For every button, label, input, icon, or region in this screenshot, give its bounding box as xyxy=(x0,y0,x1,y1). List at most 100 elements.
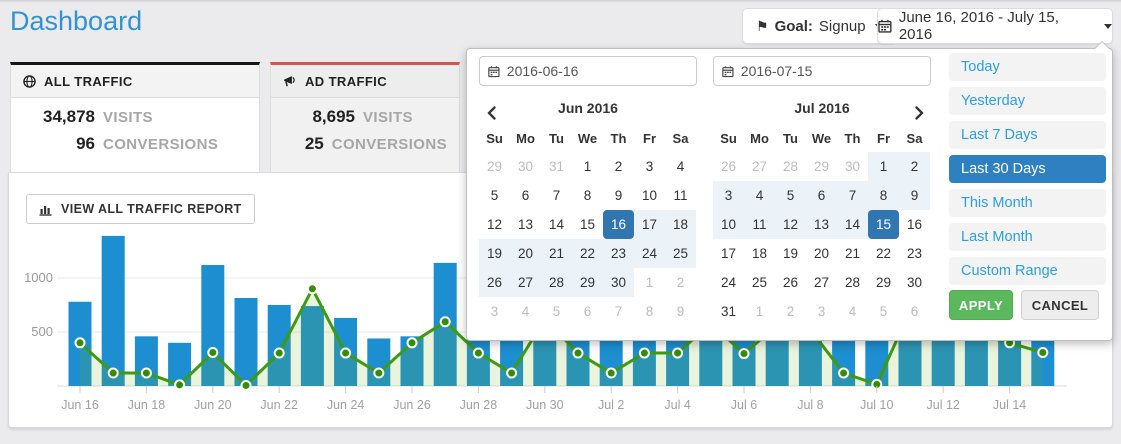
calendar-day[interactable]: 27 xyxy=(806,268,837,297)
calendar-day[interactable]: 10 xyxy=(713,210,744,239)
apply-button[interactable]: APPLY xyxy=(949,290,1013,320)
calendar-day[interactable]: 20 xyxy=(806,239,837,268)
calendar-day[interactable]: 10 xyxy=(634,181,665,210)
calendar-day[interactable]: 16 xyxy=(603,210,634,239)
calendar-day[interactable]: 31 xyxy=(541,152,572,181)
calendar-day[interactable]: 3 xyxy=(806,297,837,326)
calendar-day[interactable]: 20 xyxy=(510,239,541,268)
calendar-day[interactable]: 9 xyxy=(899,181,930,210)
calendar-day[interactable]: 28 xyxy=(775,152,806,181)
calendar-day[interactable]: 6 xyxy=(806,181,837,210)
calendar-day[interactable]: 17 xyxy=(713,239,744,268)
calendar-day[interactable]: 1 xyxy=(572,152,603,181)
calendar-day[interactable]: 4 xyxy=(744,181,775,210)
calendar-day[interactable]: 29 xyxy=(868,268,899,297)
calendar-day[interactable]: 26 xyxy=(479,268,510,297)
calendar-day[interactable]: 11 xyxy=(665,181,696,210)
preset-this-month[interactable]: This Month xyxy=(949,189,1106,217)
calendar-day[interactable]: 27 xyxy=(510,268,541,297)
calendar-day[interactable]: 19 xyxy=(479,239,510,268)
calendar-day[interactable]: 9 xyxy=(603,181,634,210)
card-ad-traffic[interactable]: AD TRAFFIC 8,695 VISITS 25 CONVERSIONS xyxy=(270,62,460,172)
calendar-day[interactable]: 22 xyxy=(572,239,603,268)
calendar-day[interactable]: 30 xyxy=(510,152,541,181)
calendar-day[interactable]: 2 xyxy=(899,152,930,181)
calendar-day[interactable]: 12 xyxy=(775,210,806,239)
calendar-day[interactable]: 4 xyxy=(837,297,868,326)
calendar-day[interactable]: 30 xyxy=(899,268,930,297)
calendar-day[interactable]: 4 xyxy=(665,152,696,181)
calendar-day[interactable]: 5 xyxy=(868,297,899,326)
end-date-input[interactable] xyxy=(741,63,922,79)
calendar-day[interactable]: 3 xyxy=(713,181,744,210)
calendar-day[interactable]: 25 xyxy=(665,239,696,268)
calendar-day[interactable]: 26 xyxy=(713,152,744,181)
calendar-day[interactable]: 8 xyxy=(572,181,603,210)
calendar-day[interactable]: 5 xyxy=(775,181,806,210)
calendar-day[interactable]: 2 xyxy=(775,297,806,326)
calendar-day[interactable]: 29 xyxy=(806,152,837,181)
calendar-day[interactable]: 22 xyxy=(868,239,899,268)
calendar-day[interactable]: 8 xyxy=(868,181,899,210)
calendar-day[interactable]: 13 xyxy=(510,210,541,239)
calendar-day[interactable]: 7 xyxy=(837,181,868,210)
daterange-button[interactable]: June 16, 2016 - July 15, 2016 xyxy=(877,8,1113,44)
calendar-day[interactable]: 1 xyxy=(744,297,775,326)
preset-last-30-days[interactable]: Last 30 Days xyxy=(949,155,1106,183)
calendar-day[interactable]: 9 xyxy=(665,297,696,326)
calendar-day[interactable]: 24 xyxy=(634,239,665,268)
view-all-traffic-report-button[interactable]: VIEW ALL TRAFFIC REPORT xyxy=(26,194,255,224)
calendar-day[interactable]: 28 xyxy=(541,268,572,297)
calendar-day[interactable]: 24 xyxy=(713,268,744,297)
calendar-day[interactable]: 6 xyxy=(572,297,603,326)
calendar-day[interactable]: 18 xyxy=(665,210,696,239)
calendar-day[interactable]: 26 xyxy=(775,268,806,297)
calendar-day[interactable]: 4 xyxy=(510,297,541,326)
calendar-day[interactable]: 18 xyxy=(744,239,775,268)
card-all-traffic[interactable]: ALL TRAFFIC 34,878 VISITS 96 CONVERSIONS xyxy=(10,62,260,172)
calendar-day[interactable]: 30 xyxy=(603,268,634,297)
calendar-day[interactable]: 8 xyxy=(634,297,665,326)
calendar-day[interactable]: 29 xyxy=(572,268,603,297)
calendar-day[interactable]: 6 xyxy=(510,181,541,210)
calendar-day[interactable]: 11 xyxy=(744,210,775,239)
calendar-day[interactable]: 23 xyxy=(603,239,634,268)
preset-last-month[interactable]: Last Month xyxy=(949,223,1106,251)
calendar-day[interactable]: 13 xyxy=(806,210,837,239)
calendar-day[interactable]: 3 xyxy=(634,152,665,181)
calendar-day[interactable]: 2 xyxy=(603,152,634,181)
calendar-day[interactable]: 1 xyxy=(634,268,665,297)
calendar-day[interactable]: 12 xyxy=(479,210,510,239)
calendar-day[interactable]: 31 xyxy=(713,297,744,326)
calendar-day[interactable]: 27 xyxy=(744,152,775,181)
calendar-day[interactable]: 14 xyxy=(837,210,868,239)
calendar-day[interactable]: 2 xyxy=(665,268,696,297)
calendar-day[interactable]: 7 xyxy=(541,181,572,210)
calendar-day[interactable]: 5 xyxy=(479,181,510,210)
goal-button[interactable]: ⚑ Goal: Signup xyxy=(742,8,897,44)
calendar-day[interactable]: 6 xyxy=(899,297,930,326)
calendar-day[interactable]: 29 xyxy=(479,152,510,181)
calendar-day[interactable]: 23 xyxy=(899,239,930,268)
end-date-field[interactable] xyxy=(713,56,931,86)
calendar-day[interactable]: 15 xyxy=(572,210,603,239)
calendar-day[interactable]: 21 xyxy=(541,239,572,268)
calendar-day[interactable]: 21 xyxy=(837,239,868,268)
calendar-day[interactable]: 7 xyxy=(603,297,634,326)
next-month-icon[interactable] xyxy=(909,101,929,117)
calendar-day[interactable]: 28 xyxy=(837,268,868,297)
preset-last-7-days[interactable]: Last 7 Days xyxy=(949,121,1106,149)
preset-today[interactable]: Today xyxy=(949,53,1106,81)
calendar-day[interactable]: 17 xyxy=(634,210,665,239)
prev-month-icon[interactable] xyxy=(481,101,501,117)
calendar-day[interactable]: 15 xyxy=(868,210,899,239)
start-date-input[interactable] xyxy=(507,63,688,79)
calendar-day[interactable]: 30 xyxy=(837,152,868,181)
preset-yesterday[interactable]: Yesterday xyxy=(949,87,1106,115)
calendar-day[interactable]: 1 xyxy=(868,152,899,181)
calendar-day[interactable]: 19 xyxy=(775,239,806,268)
calendar-day[interactable]: 25 xyxy=(744,268,775,297)
calendar-day[interactable]: 3 xyxy=(479,297,510,326)
preset-custom-range[interactable]: Custom Range xyxy=(949,257,1106,285)
cancel-button[interactable]: CANCEL xyxy=(1021,290,1099,320)
